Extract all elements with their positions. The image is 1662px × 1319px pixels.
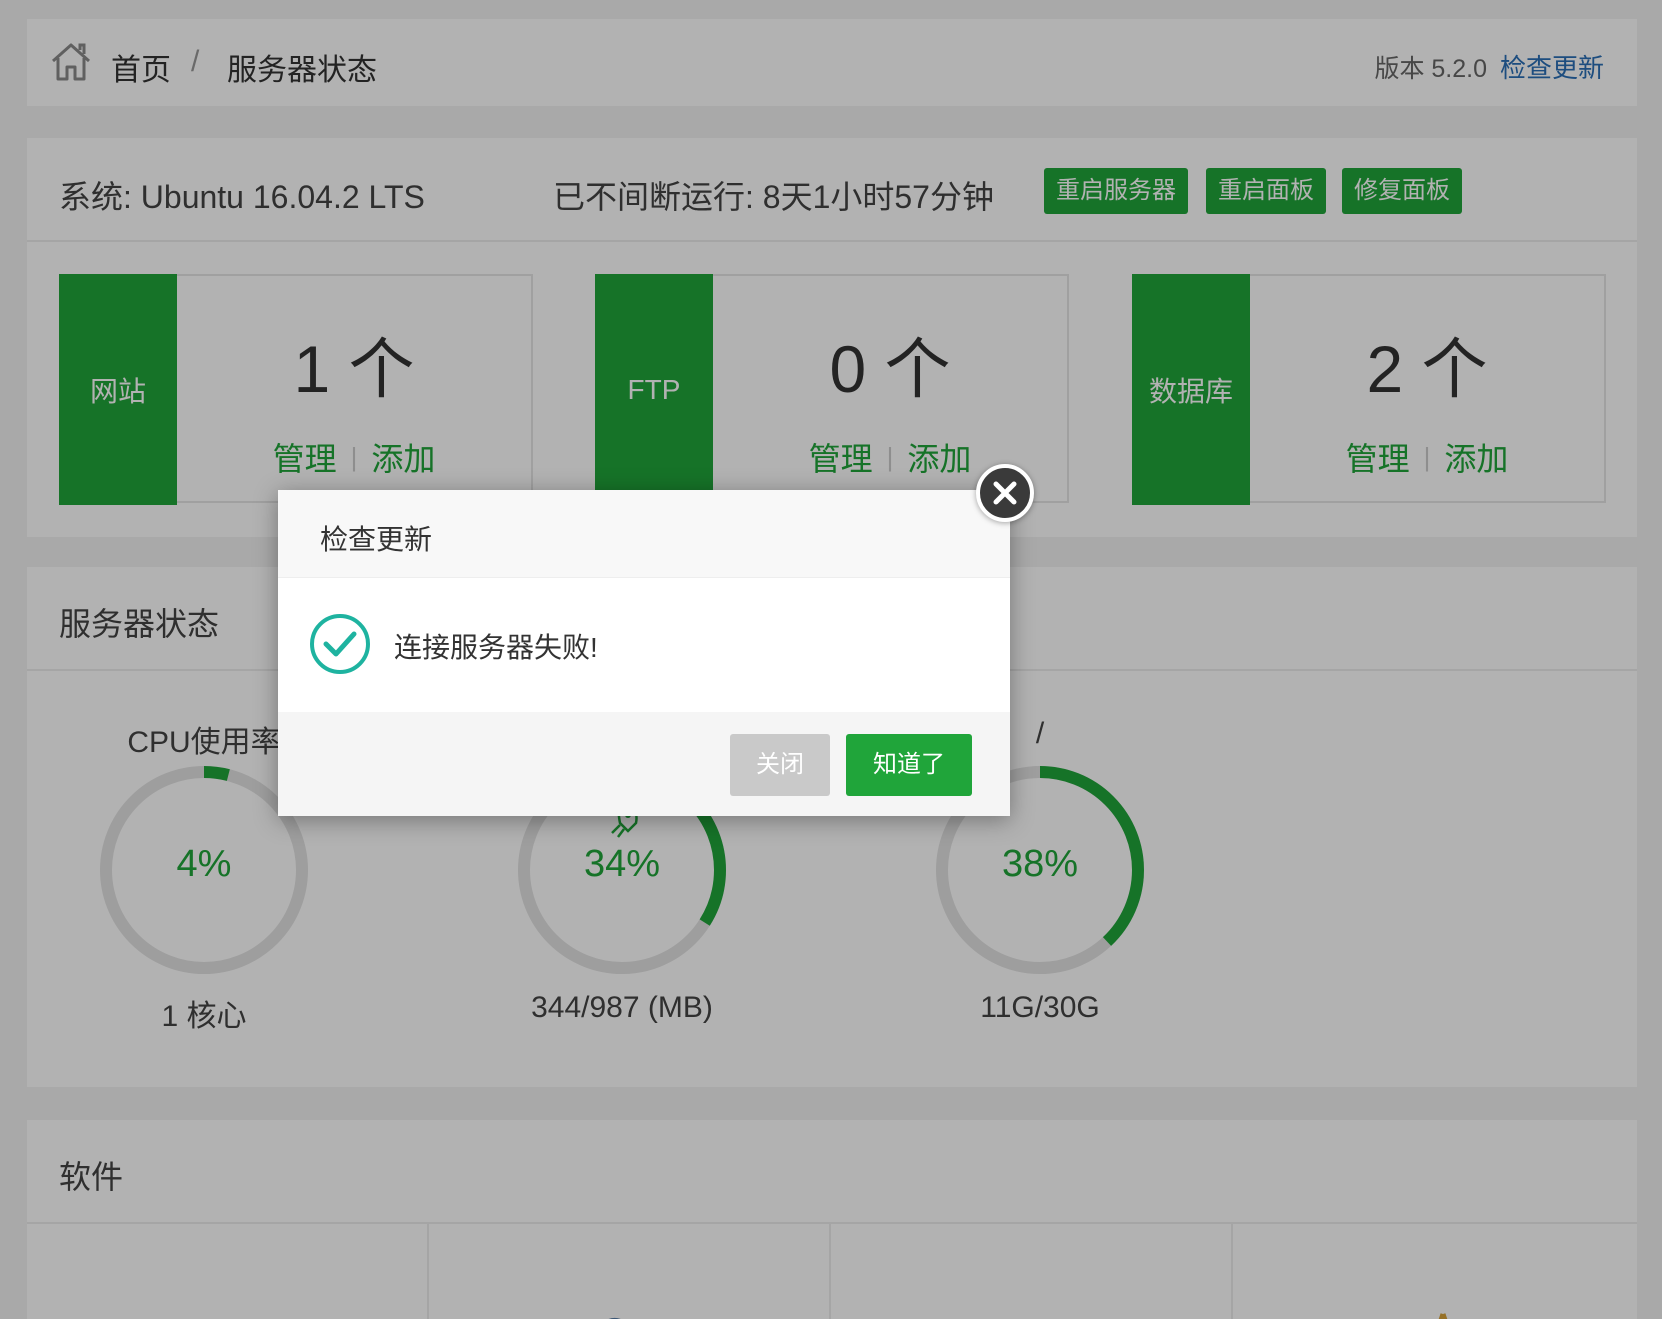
dialog-close-button[interactable]: 关闭 <box>730 734 830 796</box>
check-update-dialog: 检查更新 连接服务器失败! 关闭 知道了 <box>278 490 1010 816</box>
dialog-message: 连接服务器失败! <box>394 632 598 663</box>
close-x-glyph <box>993 481 1017 505</box>
dialog-ok-button[interactable]: 知道了 <box>846 734 972 796</box>
dialog-body: 连接服务器失败! <box>278 578 1010 702</box>
dialog-title: 检查更新 <box>320 524 433 555</box>
dialog-header: 检查更新 <box>278 490 1010 578</box>
page: 首页 / 服务器状态 版本 5.2.0 检查更新 系统: Ubuntu 16.0… <box>0 0 1662 1319</box>
close-x-icon[interactable] <box>976 464 1034 522</box>
success-check-icon <box>310 614 370 674</box>
dialog-footer: 关闭 知道了 <box>278 712 1010 816</box>
